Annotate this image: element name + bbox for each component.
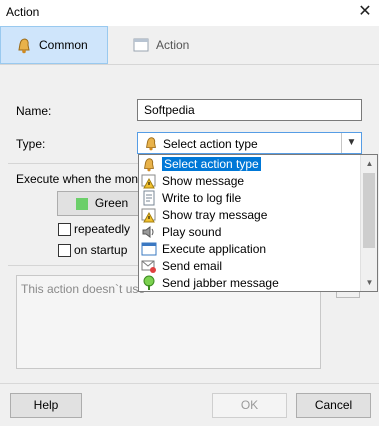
tab-common-label: Common bbox=[39, 38, 88, 52]
log-file-icon bbox=[141, 190, 157, 206]
bell-icon bbox=[143, 135, 159, 151]
type-combobox-value: Select action type bbox=[163, 137, 258, 151]
title-bar bbox=[0, 0, 379, 26]
message-warning-icon bbox=[141, 173, 157, 189]
window-icon bbox=[132, 36, 150, 54]
green-button-label: Green bbox=[94, 196, 129, 210]
list-item-label: Play sound bbox=[162, 224, 222, 239]
tab-action-label: Action bbox=[156, 38, 190, 52]
list-item[interactable]: Send email bbox=[139, 257, 359, 274]
email-icon bbox=[141, 258, 157, 274]
list-item-label: Execute application bbox=[162, 241, 267, 256]
bell-icon bbox=[15, 36, 33, 54]
type-label: Type: bbox=[16, 137, 46, 151]
execute-label: Execute when the monito bbox=[16, 172, 151, 186]
on-startup-checkbox[interactable] bbox=[58, 244, 71, 257]
list-item[interactable]: Write to log file bbox=[139, 189, 359, 206]
list-item-label: Show tray message bbox=[162, 207, 268, 222]
list-item[interactable]: Select action type bbox=[139, 155, 359, 172]
ok-button[interactable]: OK bbox=[212, 393, 287, 418]
help-button[interactable]: Help bbox=[10, 393, 82, 418]
repeatedly-label: repeatedly bbox=[74, 222, 131, 236]
list-item[interactable]: Execute application bbox=[139, 240, 359, 257]
list-item-label: Send email bbox=[162, 258, 223, 273]
close-icon[interactable]: ✕ bbox=[355, 2, 375, 22]
list-item-label: Show message bbox=[162, 173, 245, 188]
list-item[interactable]: Show message bbox=[139, 172, 359, 189]
name-field[interactable]: Softpedia bbox=[137, 99, 362, 121]
action-type-dropdown: Select action type Show message Write to… bbox=[138, 154, 378, 292]
jabber-icon bbox=[141, 275, 157, 291]
list-item[interactable]: Play sound bbox=[139, 223, 359, 240]
window-title: Action bbox=[6, 5, 40, 19]
green-swatch bbox=[75, 197, 88, 210]
tab-action[interactable]: Action bbox=[118, 26, 208, 64]
green-button[interactable]: Green bbox=[57, 191, 147, 216]
speaker-icon bbox=[141, 224, 157, 240]
type-combobox[interactable]: Select action type ▼ bbox=[137, 132, 362, 154]
bell-icon bbox=[141, 156, 157, 172]
list-item-label: Send jabber message bbox=[162, 275, 279, 290]
on-startup-label: on startup bbox=[74, 243, 128, 257]
scroll-up-icon[interactable]: ▲ bbox=[361, 155, 377, 172]
group-divider bbox=[8, 163, 138, 164]
application-icon bbox=[141, 241, 157, 257]
dropdown-scrollbar[interactable]: ▲ ▼ bbox=[360, 155, 377, 291]
list-item-label: Select action type bbox=[161, 155, 262, 172]
list-item[interactable]: Show tray message bbox=[139, 206, 359, 223]
scroll-down-icon[interactable]: ▼ bbox=[361, 274, 377, 291]
tab-common[interactable]: Common bbox=[0, 26, 108, 64]
list-item-label: Write to log file bbox=[162, 190, 242, 205]
cancel-button[interactable]: Cancel bbox=[296, 393, 371, 418]
repeatedly-checkbox[interactable] bbox=[58, 223, 71, 236]
tray-message-icon bbox=[141, 207, 157, 223]
chevron-down-icon[interactable]: ▼ bbox=[341, 133, 361, 153]
footer-divider bbox=[0, 383, 379, 384]
scroll-thumb[interactable] bbox=[363, 173, 375, 248]
list-item[interactable]: Send jabber message bbox=[139, 274, 359, 291]
name-label: Name: bbox=[16, 104, 52, 118]
group-divider bbox=[8, 265, 138, 266]
description-text: This action doesn`t use bbox=[21, 282, 146, 296]
